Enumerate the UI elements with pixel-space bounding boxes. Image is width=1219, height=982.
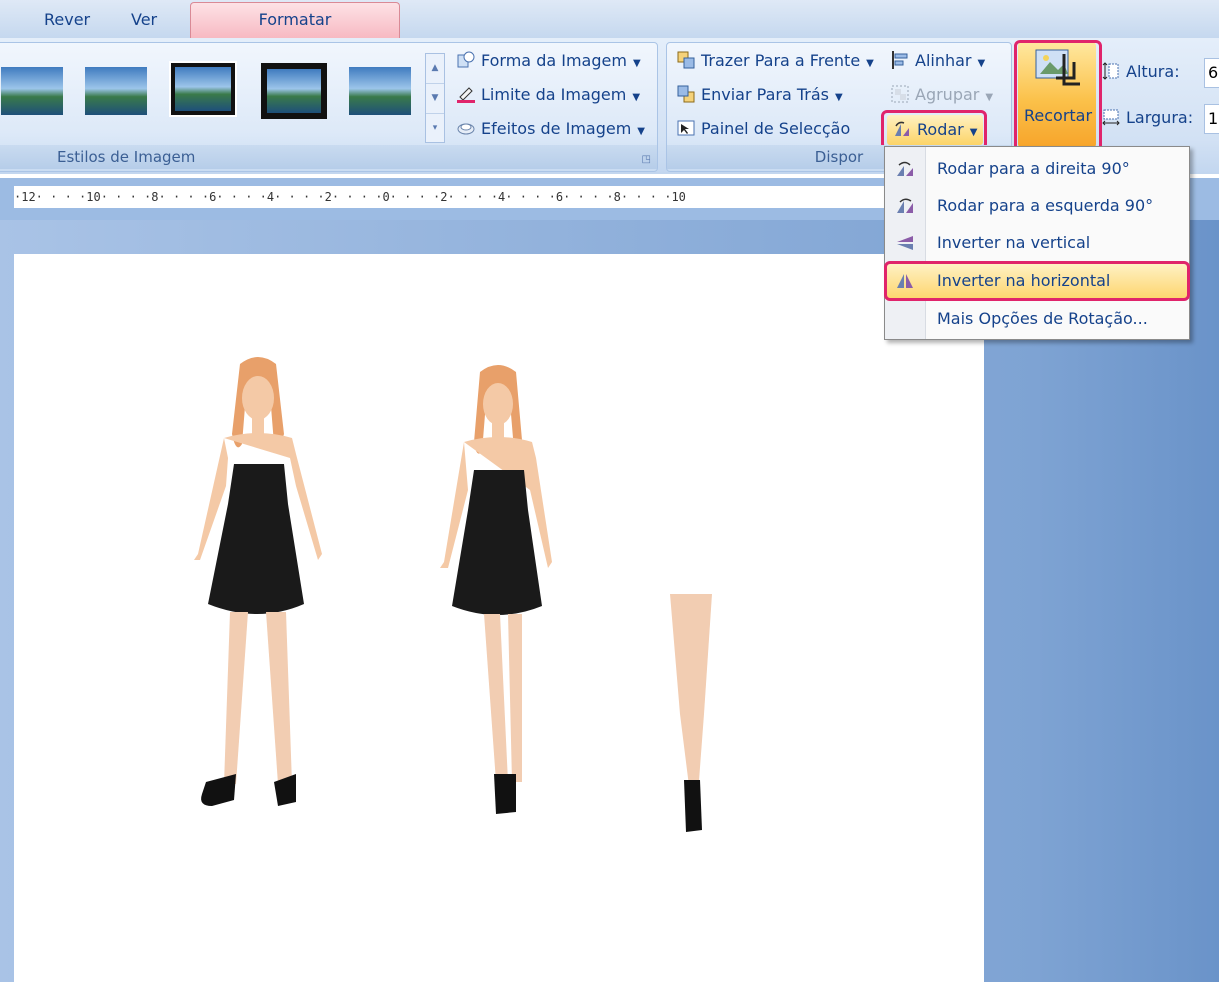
- style-thumb-4[interactable]: [261, 63, 327, 119]
- chevron-down-icon: ▼: [985, 92, 994, 103]
- inverter-horizontal-highlight: [884, 261, 1190, 301]
- figure-image-3-cropped[interactable]: [668, 594, 714, 834]
- chevron-down-icon: ▼: [637, 126, 645, 137]
- chevron-down-icon: ▼: [977, 58, 986, 69]
- group-estilos-de-imagem: ▲ ▼ ▾ Forma da Imagem ▼ Limite da Imagem ▼…: [0, 42, 658, 172]
- group-label-estilos: Estilos de Imagem: [0, 145, 657, 169]
- forma-da-imagem-button[interactable]: Forma da Imagem ▼: [457, 51, 641, 70]
- tab-ver[interactable]: Ver: [131, 10, 157, 29]
- width-icon: [1102, 109, 1120, 126]
- alinhar-button[interactable]: Alinhar ▼: [891, 51, 985, 70]
- scroll-down-icon[interactable]: ▼: [426, 83, 444, 113]
- bring-forward-icon: [677, 51, 695, 69]
- horizontal-ruler[interactable]: ·12· · · ·10· · · ·8· · · ·6· · · ·4· · …: [14, 186, 904, 208]
- gallery-scrollbar[interactable]: ▲ ▼ ▾: [425, 53, 445, 143]
- align-icon: [892, 51, 908, 69]
- menu-item-label: Mais Opções de Rotação...: [937, 309, 1148, 328]
- menu-item-label: Rodar para a esquerda 90°: [937, 196, 1154, 215]
- alinhar-label: Alinhar: [915, 51, 972, 70]
- figure-image-1[interactable]: [178, 354, 338, 814]
- selection-pane-icon: [677, 120, 695, 136]
- height-icon: [1102, 62, 1119, 80]
- menu-item-rodar-direita[interactable]: Rodar para a direita 90°: [885, 151, 1189, 187]
- altura-label: Altura:: [1126, 62, 1180, 81]
- menu-item-mais-opcoes-rotacao[interactable]: Mais Opções de Rotação...: [885, 301, 1189, 337]
- menu-item-rodar-esquerda[interactable]: Rodar para a esquerda 90°: [885, 188, 1189, 224]
- ribbon-tab-bar: Rever Ver Formatar: [0, 0, 1219, 39]
- rodar-dropdown-menu: Rodar para a direita 90° Rodar para a es…: [884, 146, 1190, 340]
- effects-icon: [457, 123, 475, 135]
- figure-image-2[interactable]: [424, 362, 574, 822]
- rotate-right-icon: [897, 161, 913, 176]
- style-thumb-5[interactable]: [349, 67, 411, 115]
- style-thumb-2[interactable]: [85, 67, 147, 115]
- enviar-para-tras-label: Enviar Para Trás: [701, 85, 829, 104]
- group-icon: [891, 85, 909, 103]
- enviar-para-tras-button[interactable]: Enviar Para Trás ▼: [677, 85, 843, 104]
- largura-input[interactable]: 1,: [1204, 104, 1219, 134]
- limite-da-imagem-button[interactable]: Limite da Imagem ▼: [457, 85, 640, 104]
- trazer-para-a-frente-button[interactable]: Trazer Para a Frente ▼: [677, 51, 874, 70]
- document-page[interactable]: [14, 254, 984, 982]
- chevron-down-icon: ▼: [834, 92, 843, 103]
- tab-formatar[interactable]: Formatar: [190, 2, 400, 39]
- largura-field: Largura:: [1102, 108, 1193, 127]
- chevron-down-icon: ▼: [632, 58, 641, 69]
- agrupar-button[interactable]: Agrupar ▼: [891, 85, 993, 104]
- scroll-up-icon[interactable]: ▲: [426, 54, 444, 83]
- rotate-left-icon: [897, 198, 913, 213]
- style-thumb-3[interactable]: [169, 61, 237, 117]
- menu-item-label: Inverter na vertical: [937, 233, 1091, 252]
- tab-rever[interactable]: Rever: [44, 10, 90, 29]
- agrupar-label: Agrupar: [915, 85, 980, 104]
- efeitos-de-imagem-button[interactable]: Efeitos de Imagem ▼: [457, 119, 645, 138]
- altura-input[interactable]: 6,: [1204, 58, 1219, 88]
- rodar-highlight: [881, 110, 987, 150]
- efeitos-de-imagem-label: Efeitos de Imagem: [481, 119, 632, 138]
- altura-field: Altura:: [1102, 62, 1180, 81]
- trazer-para-a-frente-label: Trazer Para a Frente: [701, 51, 861, 70]
- flip-vertical-icon: [897, 236, 913, 250]
- limite-da-imagem-label: Limite da Imagem: [481, 85, 627, 104]
- shape-icon: [457, 51, 475, 68]
- menu-item-inverter-vertical[interactable]: Inverter na vertical: [885, 225, 1189, 261]
- gallery-more-icon[interactable]: ▾: [426, 113, 444, 142]
- dialog-launcher-icon[interactable]: ◳: [642, 154, 651, 165]
- chevron-down-icon: ▼: [866, 58, 874, 69]
- menu-item-label: Rodar para a direita 90°: [937, 159, 1130, 178]
- pen-border-icon: [457, 87, 475, 103]
- painel-de-seleccao-label: Painel de Selecção: [701, 119, 851, 138]
- largura-label: Largura:: [1126, 108, 1194, 127]
- chevron-down-icon: ▼: [632, 92, 641, 103]
- recortar-highlight: [1014, 40, 1102, 152]
- forma-da-imagem-label: Forma da Imagem: [481, 51, 627, 70]
- send-backward-icon: [677, 85, 695, 103]
- style-thumb-1[interactable]: [1, 67, 63, 115]
- painel-de-seleccao-button[interactable]: Painel de Selecção: [677, 119, 850, 138]
